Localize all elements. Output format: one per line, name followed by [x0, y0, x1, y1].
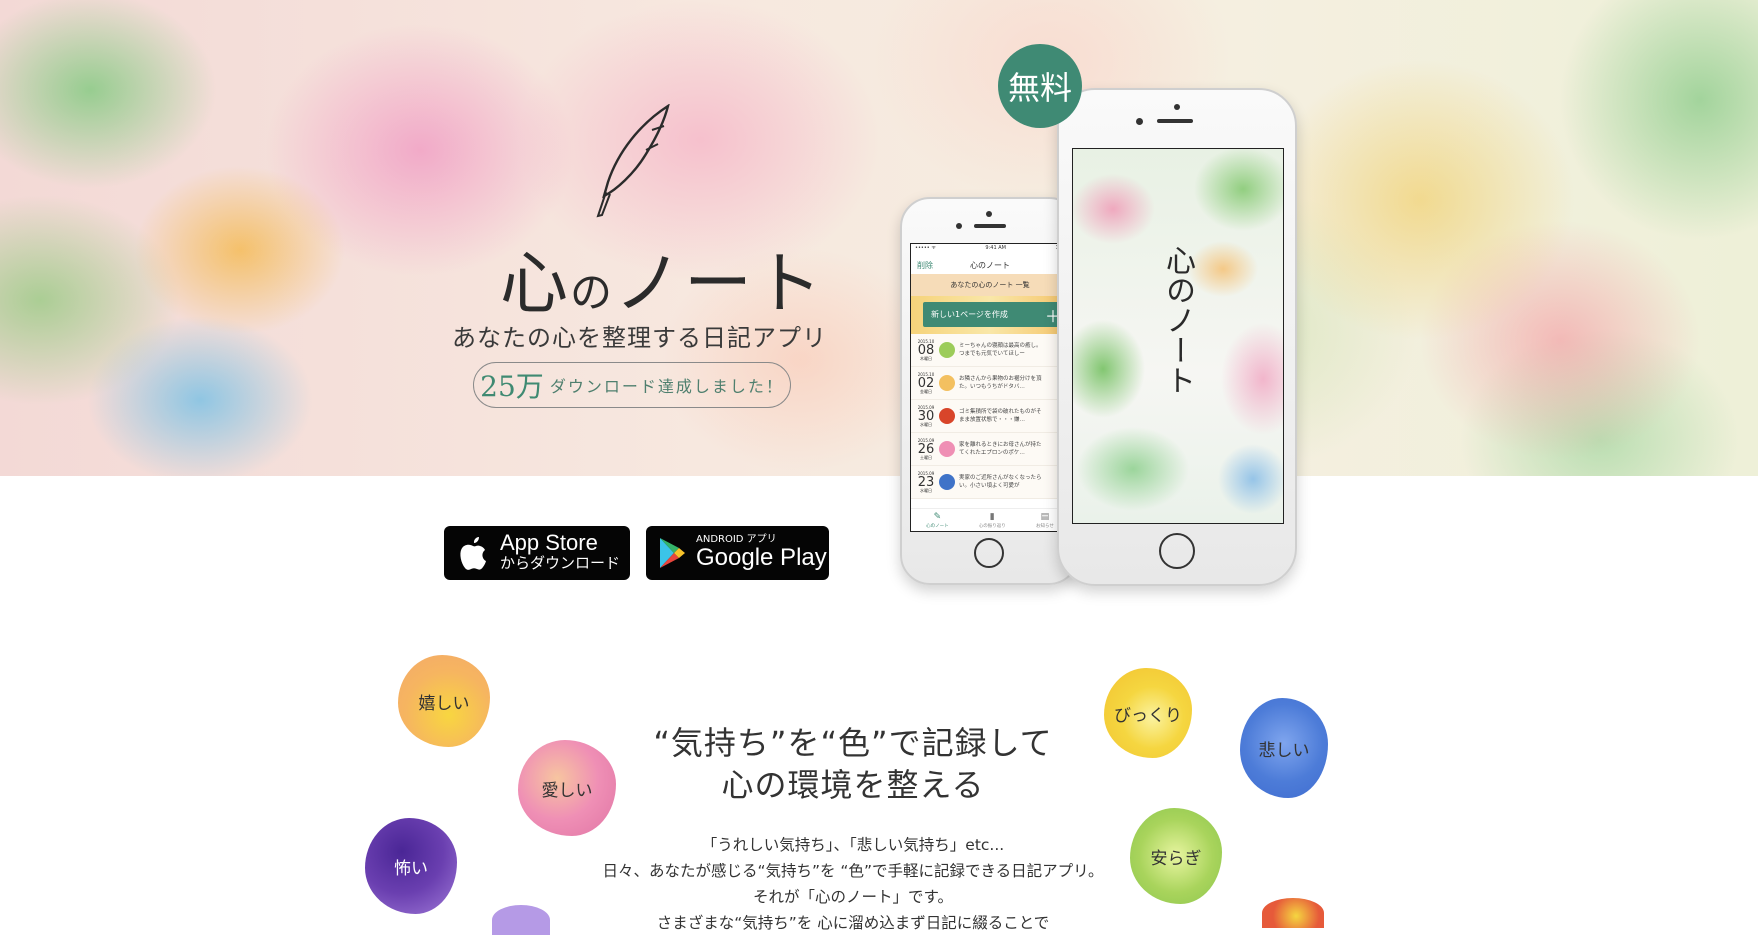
tab-chart[interactable]: ▮ 心の振り返り: [979, 512, 1006, 529]
status-bar: ••••• ᯤ 9:41 AM 100: [911, 244, 1069, 256]
tab-label: 心の振り返り: [978, 523, 1006, 529]
emotion-label: 嬉しい: [418, 693, 470, 714]
entry-snippet: ゴミ集積所で袋の破れたものがそ まま放置状態で・・・嫌…: [959, 408, 1042, 425]
entry-text-1: 実家のご近所さんがなくなったら: [959, 474, 1042, 481]
logo-no: の: [570, 268, 615, 317]
entry-snippet: ミーちゃんの寝顔は最高の癒し。 つまでも元気でいてほしー: [959, 342, 1042, 359]
tab-bar: ✎ 心のノート ▮ 心の振り返り ▤ お知らせ: [911, 508, 1069, 531]
body-line-3: それが「心のノート」です。: [753, 888, 953, 906]
hero-banner: 心のノート あなたの心を整理する日記アプリ 25万 ダウンロード達成しました！: [0, 0, 1758, 476]
home-button: [1159, 533, 1195, 569]
create-page-label: 新しい1ページを作成: [931, 310, 1008, 319]
googleplay-label: Google Play: [696, 544, 827, 572]
home-button: [974, 538, 1004, 568]
signal: ••••• ᯤ: [915, 245, 936, 251]
clock: 9:41 AM: [985, 245, 1006, 251]
section-body: 「うれしい気持ち」、「悲しい気持ち」etc... 日々、あなたが感じる“気持ち”…: [0, 832, 1706, 936]
mood-color-icon: [939, 441, 955, 457]
appstore-label: App Store: [500, 530, 598, 556]
entry-text-1: ミーちゃんの寝顔は最高の癒し。: [959, 342, 1042, 349]
list-header: あなたの心のノート 一覧: [911, 274, 1069, 296]
tab-message[interactable]: ▤ お知らせ: [1036, 512, 1054, 529]
entry-text-2: い。小さい頃よく可愛が: [959, 483, 1020, 489]
mood-color-icon: [939, 474, 955, 490]
phone-mockup-small: ••••• ᯤ 9:41 AM 100 削除 心のノート あなたの心のノート 一…: [900, 197, 1079, 585]
entry-date: 2015.09 30 水曜日: [917, 405, 935, 427]
app-store-button[interactable]: App Store からダウンロード: [444, 526, 630, 580]
entry-day: 08: [917, 342, 935, 358]
diary-entry[interactable]: 2015.09 30 水曜日 ゴミ集積所で袋の破れたものがそ まま放置状態で・・・嫌…: [911, 400, 1069, 433]
nav-bar: 削除 心のノート: [911, 256, 1069, 274]
entry-snippet: お隣さんから果物のお裾分けを頂 た。いつもうちがドタバ…: [959, 375, 1042, 392]
pen-icon: ✎: [933, 511, 942, 522]
mood-color-icon: [939, 342, 955, 358]
free-badge: 無料: [998, 44, 1082, 128]
app-list-screen: ••••• ᯤ 9:41 AM 100 削除 心のノート あなたの心のノート 一…: [910, 243, 1070, 532]
entry-text-2: てくれたエプロンのポケ…: [959, 450, 1025, 456]
downloads-number: 25万: [480, 370, 544, 403]
entry-text-1: ゴミ集積所で袋の破れたものがそ: [959, 408, 1042, 415]
entry-text-2: つまでも元気でいてほしー: [959, 351, 1025, 357]
entry-day: 26: [917, 441, 935, 457]
body-line-1: 「うれしい気持ち」、「悲しい気持ち」etc...: [701, 836, 1005, 854]
entry-date: 2015.10 08 木曜日: [917, 339, 935, 361]
nav-title: 心のノート: [970, 260, 1010, 270]
app-splash-screen: 心のノート: [1072, 148, 1284, 524]
entry-date: 2015.09 26 土曜日: [917, 438, 935, 460]
logo-kokoro: 心: [500, 245, 571, 324]
entry-day: 30: [917, 408, 935, 424]
feather-logo-icon: [596, 104, 670, 218]
create-area: 新しい1ページを作成 ＋: [911, 296, 1069, 334]
chart-icon: ▮: [989, 511, 995, 522]
app-logo: 心のノート: [500, 228, 824, 327]
entry-snippet: 実家のご近所さんがなくなったら い。小さい頃よく可愛が: [959, 474, 1042, 491]
camera-dot: [1174, 104, 1180, 110]
entry-list: 2015.10 08 木曜日 ミーちゃんの寝顔は最高の癒し。 つまでも元気でいてほしー 2…: [911, 334, 1069, 499]
diary-entry[interactable]: 2015.09 23 水曜日 実家のご近所さんがなくなったら い。小さい頃よく可愛が: [911, 466, 1069, 499]
tagline: あなたの心を整理する日記アプリ: [452, 324, 827, 352]
diary-entry[interactable]: 2015.10 08 木曜日 ミーちゃんの寝顔は最高の癒し。 つまでも元気でいてほしー: [911, 334, 1069, 367]
entry-text-2: た。いつもうちがドタバ…: [959, 384, 1025, 390]
entry-day: 02: [917, 375, 935, 391]
body-line-2: 日々、あなたが感じる“気持ち”を “色”で手軽に記録できる日記アプリ。: [602, 862, 1104, 880]
downloads-text: ダウンロード達成しました！: [549, 377, 784, 396]
tab-label: 心のノート: [926, 523, 949, 529]
message-icon: ▤: [1040, 511, 1050, 522]
mood-color-icon: [939, 375, 955, 391]
tab-pen[interactable]: ✎ 心のノート: [926, 512, 949, 529]
tab-label: お知らせ: [1035, 523, 1054, 529]
diary-entry[interactable]: 2015.10 02 金曜日 お隣さんから果物のお裾分けを頂 た。いつもうちがドタバ…: [911, 367, 1069, 400]
sensor-dot: [956, 223, 962, 229]
sensor-dot: [1136, 118, 1143, 125]
heading-line-1: “気持ち”を“色”で記録して: [653, 724, 1053, 762]
speaker: [1157, 119, 1193, 123]
entry-text-2: まま放置状態で・・・嫌…: [959, 417, 1026, 423]
entry-day: 23: [917, 474, 935, 490]
speaker: [974, 224, 1006, 228]
create-page-button[interactable]: 新しい1ページを作成 ＋: [923, 302, 1069, 327]
entry-date: 2015.09 23 水曜日: [917, 471, 935, 493]
phone-mockup-large: 心のノート: [1057, 88, 1297, 586]
entry-text-1: お隣さんから果物のお裾分けを頂: [959, 375, 1042, 382]
body-line-4: さまざまな“気持ち”を 心に溜め込まず日記に綴ることで: [656, 914, 1050, 932]
google-play-button[interactable]: ANDROID アプリ Google Play: [646, 526, 829, 580]
downloads-badge: 25万 ダウンロード達成しました！: [473, 362, 791, 408]
section-heading: “気持ち”を“色”で記録して 心の環境を整える: [0, 722, 1706, 806]
appstore-sublabel: からダウンロード: [500, 554, 621, 573]
apple-icon: [460, 537, 486, 570]
heading-line-2: 心の環境を整える: [721, 766, 985, 804]
camera-dot: [986, 211, 992, 217]
logo-note: ノート: [614, 245, 825, 324]
diary-entry[interactable]: 2015.09 26 土曜日 家を離れるときにお母さんが持た てくれたエプロンのポケ…: [911, 433, 1069, 466]
entry-date: 2015.10 02 金曜日: [917, 372, 935, 394]
mood-color-icon: [939, 408, 955, 424]
splash-title: 心のノート: [1160, 245, 1195, 395]
entry-text-1: 家を離れるときにお母さんが持た: [959, 441, 1042, 448]
google-play-icon: [660, 538, 685, 568]
entry-snippet: 家を離れるときにお母さんが持た てくれたエプロンのポケ…: [959, 441, 1042, 458]
